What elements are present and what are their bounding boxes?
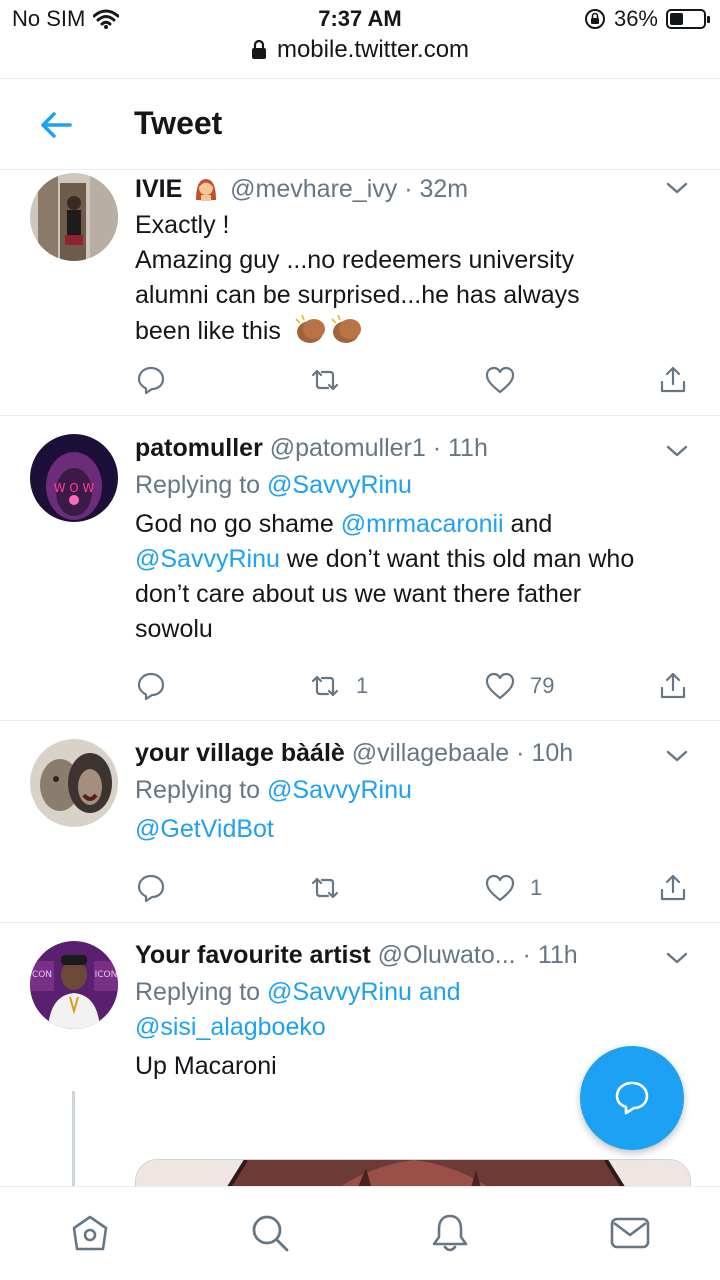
address-bar[interactable]: mobile.twitter.com bbox=[0, 36, 720, 64]
replying-to: Replying to @SavvyRinu and @sisi_alagboe… bbox=[135, 978, 461, 1041]
tweet-text[interactable]: @GetVidBot bbox=[135, 812, 690, 847]
battery-status: 36% bbox=[584, 6, 710, 32]
mention-link[interactable]: @SavvyRinu bbox=[135, 545, 280, 573]
lock-icon bbox=[251, 40, 266, 59]
mention-link[interactable]: @sisi_alagboeko bbox=[135, 1013, 326, 1041]
svg-text:CON: CON bbox=[32, 970, 52, 980]
avatar[interactable]: CON ICON bbox=[30, 941, 118, 1029]
url-text: mobile.twitter.com bbox=[276, 36, 470, 63]
display-name[interactable]: IVIE bbox=[135, 175, 182, 203]
tweet-header: your village bàálè @villagebaale · 10h bbox=[135, 739, 574, 767]
tweet[interactable]: IVIE @mevhare_ivy · 32m Exactly ! Amazin… bbox=[0, 171, 720, 416]
reply-icon bbox=[137, 874, 165, 903]
tweet-header: IVIE @mevhare_ivy · 32m bbox=[135, 175, 469, 203]
retweet-count: 1 bbox=[356, 673, 369, 698]
messages-icon[interactable] bbox=[608, 1211, 652, 1255]
retweet-icon bbox=[311, 675, 339, 697]
mention-link[interactable]: @mrmacaronii bbox=[341, 510, 504, 538]
reply-button[interactable] bbox=[136, 873, 166, 903]
heart-icon bbox=[485, 874, 515, 902]
timestamp[interactable]: 11h bbox=[538, 941, 578, 969]
display-name[interactable]: your village bàálè bbox=[135, 739, 345, 767]
retweet-icon bbox=[311, 877, 339, 899]
arrow-left-icon[interactable] bbox=[34, 103, 78, 147]
compose-reply-icon bbox=[615, 1081, 649, 1115]
retweet-button[interactable] bbox=[308, 873, 356, 903]
handle[interactable]: @patomuller1 bbox=[270, 434, 426, 462]
top-header: Tweet bbox=[0, 78, 720, 170]
page-title: Tweet bbox=[134, 105, 223, 141]
thread-line bbox=[72, 1091, 75, 1186]
like-button[interactable]: 79 bbox=[484, 671, 554, 701]
share-button[interactable] bbox=[658, 873, 688, 903]
share-button[interactable] bbox=[658, 365, 688, 395]
search-icon[interactable] bbox=[248, 1211, 292, 1255]
compose-reply-button[interactable] bbox=[580, 1046, 684, 1150]
battery-icon bbox=[666, 9, 710, 29]
share-icon bbox=[660, 366, 686, 393]
media-preview[interactable] bbox=[135, 1159, 691, 1186]
timestamp[interactable]: 11h bbox=[448, 434, 488, 462]
timestamp[interactable]: 32m bbox=[420, 175, 469, 203]
heart-icon bbox=[485, 366, 515, 394]
retweet-button[interactable] bbox=[308, 365, 356, 395]
handle[interactable]: @villagebaale bbox=[352, 739, 509, 767]
like-count: 1 bbox=[530, 875, 543, 900]
replying-to: Replying to @SavvyRinu bbox=[135, 776, 412, 804]
retweet-icon bbox=[311, 369, 339, 391]
tweet[interactable]: your village bàálè @villagebaale · 10h R… bbox=[0, 721, 720, 923]
tweet[interactable]: W O W patomuller @patomuller1 · 11h Repl… bbox=[0, 416, 720, 721]
share-icon bbox=[660, 874, 686, 901]
notifications-icon[interactable] bbox=[428, 1211, 472, 1255]
status-bar: No SIM 7:37 AM 36% bbox=[0, 0, 720, 40]
svg-text:ICON: ICON bbox=[95, 970, 118, 980]
battery-percent: 36% bbox=[613, 6, 658, 31]
avatar[interactable] bbox=[30, 173, 118, 261]
display-name[interactable]: patomuller bbox=[135, 434, 263, 462]
handle[interactable]: @Oluwato... bbox=[378, 941, 516, 969]
reply-button[interactable] bbox=[136, 671, 166, 701]
tweet-header: Your favourite artist @Oluwato... · 11h bbox=[135, 941, 578, 969]
chevron-down-icon[interactable] bbox=[664, 743, 690, 769]
tweet-text: Exactly ! Amazing guy ...no redeemers un… bbox=[135, 211, 580, 345]
timestamp[interactable]: 10h bbox=[531, 739, 573, 767]
share-icon bbox=[660, 672, 686, 699]
reply-icon bbox=[137, 366, 165, 395]
like-button[interactable]: 1 bbox=[484, 873, 542, 903]
rotation-lock-icon bbox=[584, 9, 605, 29]
display-name[interactable]: Your favourite artist bbox=[135, 941, 371, 969]
avatar[interactable]: W O W bbox=[30, 434, 118, 522]
like-button[interactable] bbox=[484, 365, 530, 395]
bottom-nav bbox=[0, 1186, 720, 1280]
tweet-text: God no go shame @mrmacaronii and @SavvyR… bbox=[135, 510, 635, 643]
mention-link[interactable]: @SavvyRinu bbox=[267, 776, 412, 804]
handle[interactable]: @mevhare_ivy bbox=[230, 175, 397, 203]
avatar[interactable] bbox=[30, 739, 118, 827]
retweet-button[interactable]: 1 bbox=[308, 671, 368, 701]
chevron-down-icon[interactable] bbox=[664, 438, 690, 464]
svg-text:W O W: W O W bbox=[54, 481, 95, 495]
replies-feed: IVIE @mevhare_ivy · 32m Exactly ! Amazin… bbox=[0, 171, 720, 1186]
chevron-down-icon[interactable] bbox=[664, 945, 690, 971]
like-count: 79 bbox=[530, 673, 555, 698]
reply-icon bbox=[137, 672, 165, 701]
mention-link[interactable]: @SavvyRinu bbox=[267, 471, 412, 499]
chevron-down-icon[interactable] bbox=[664, 175, 690, 201]
clapping-hands-emoji-icon bbox=[295, 314, 361, 343]
replying-to: Replying to @SavvyRinu bbox=[135, 471, 412, 499]
reply-button[interactable] bbox=[136, 365, 166, 395]
share-button[interactable] bbox=[658, 671, 688, 701]
mention-link[interactable]: @SavvyRinu bbox=[267, 978, 412, 1006]
woman-emoji-icon bbox=[196, 179, 217, 201]
home-icon[interactable] bbox=[68, 1211, 112, 1255]
heart-icon bbox=[485, 672, 515, 700]
tweet-header: patomuller @patomuller1 · 11h bbox=[135, 434, 488, 462]
